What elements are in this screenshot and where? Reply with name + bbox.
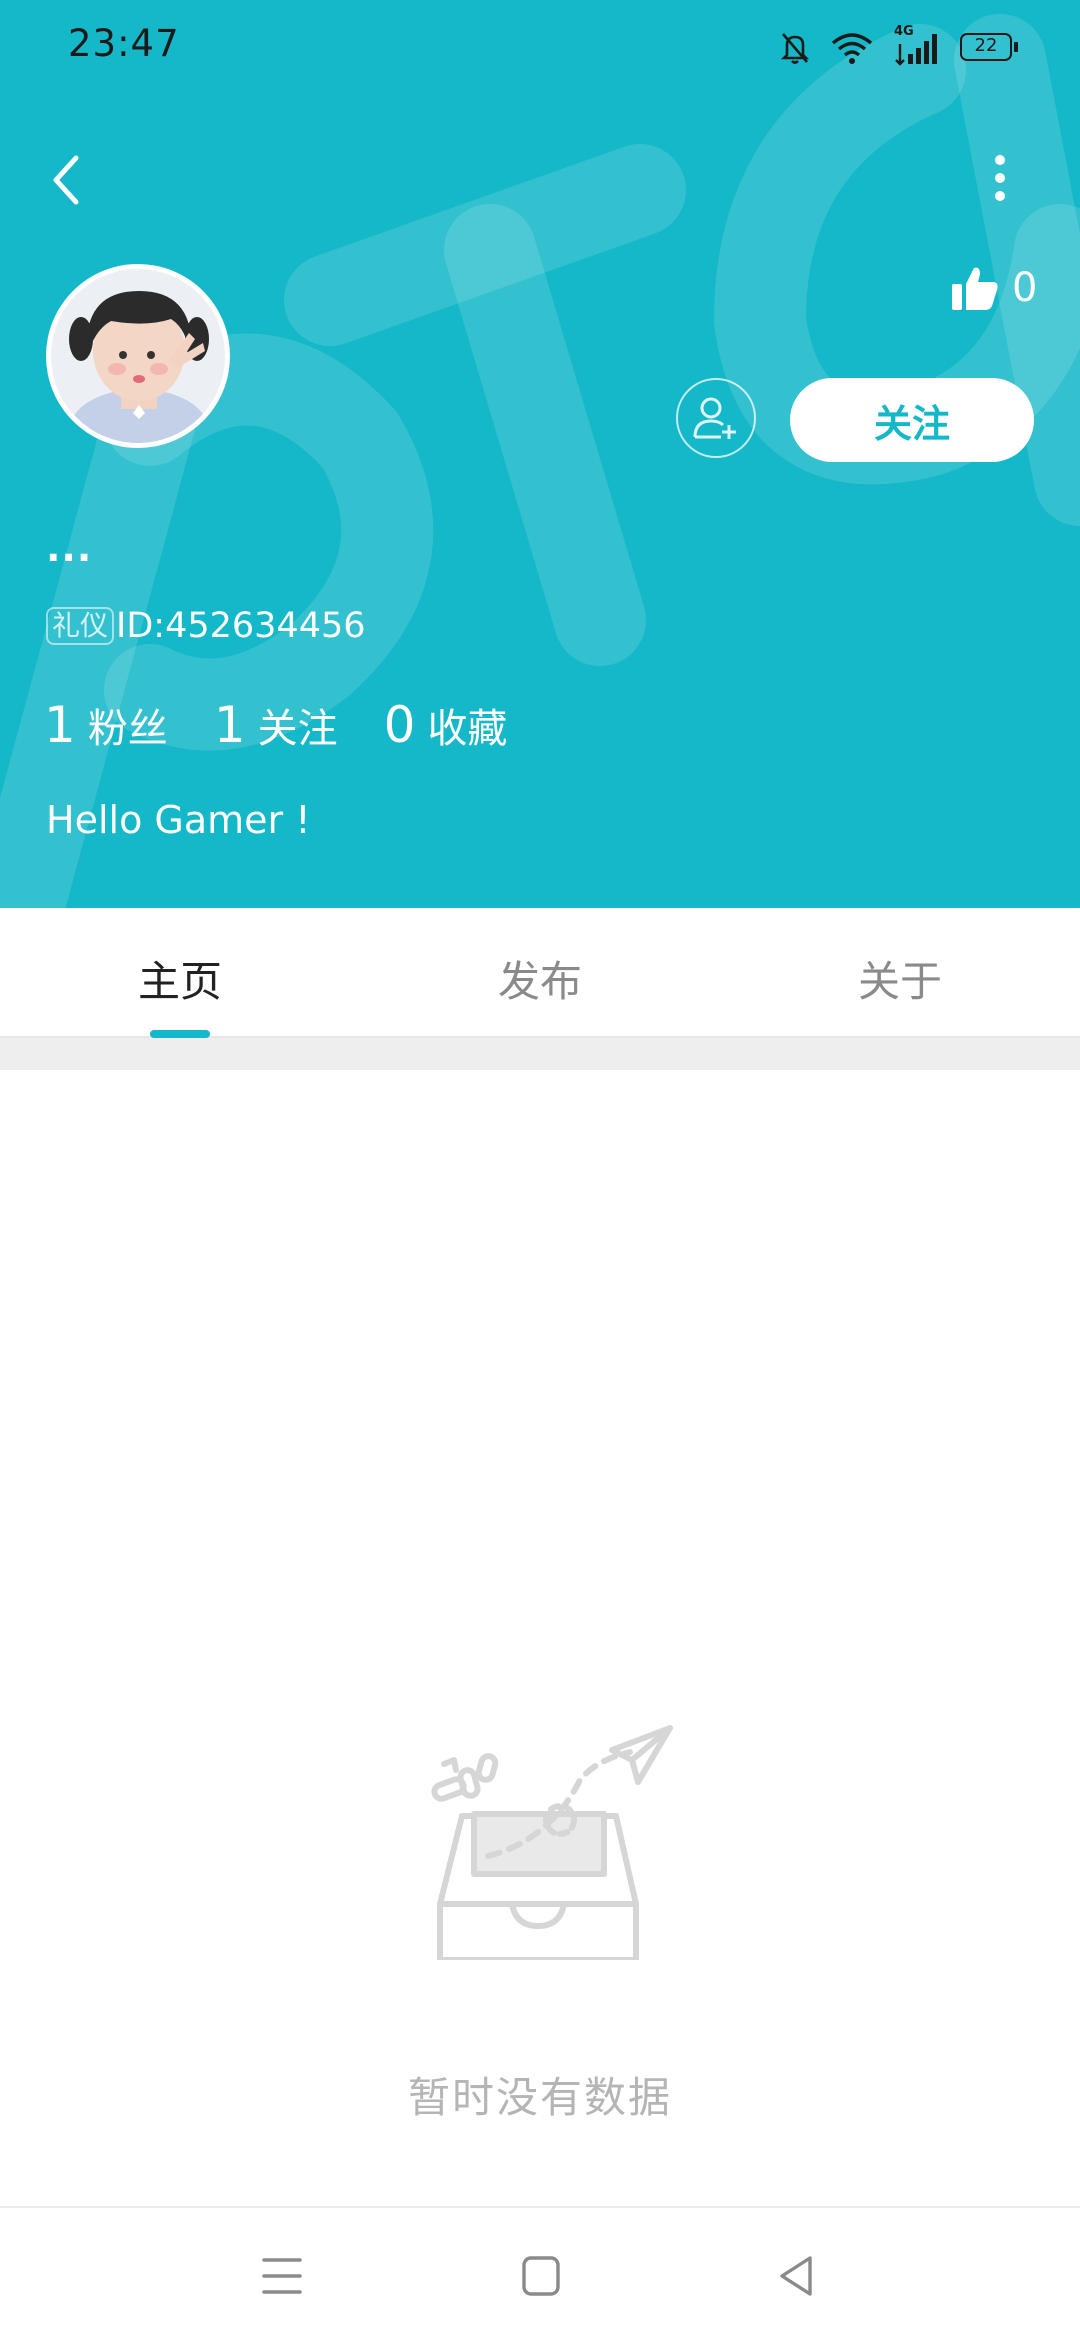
signal-icon: 4G <box>894 24 940 66</box>
follow-button[interactable]: 关注 <box>790 378 1034 462</box>
stat-fans[interactable]: 1 粉丝 <box>44 696 168 754</box>
status-time: 23:47 <box>68 22 180 65</box>
stats-row: 1 粉丝 1 关注 0 收藏 <box>44 696 553 754</box>
tab-posts[interactable]: 发布 <box>440 948 640 1009</box>
chevron-left-icon[interactable] <box>40 148 96 212</box>
avatar-image <box>51 269 225 443</box>
status-icons: 4G 22 <box>780 24 1020 70</box>
tab-about[interactable]: 关于 <box>800 948 1000 1009</box>
profile-tabs: 主页 发布 关于 <box>0 908 1080 1038</box>
battery-icon: 22 <box>960 33 1020 63</box>
likes[interactable]: 0 <box>950 264 1037 312</box>
divider <box>0 1038 1080 1070</box>
add-friend-button[interactable] <box>676 378 756 458</box>
battery-level: 22 <box>974 35 998 56</box>
system-nav-bar <box>0 2206 1080 2340</box>
stat-label: 收藏 <box>427 706 508 752</box>
more-vertical-icon[interactable] <box>978 150 1022 206</box>
avatar[interactable] <box>46 264 230 448</box>
etiquette-badge: 礼仪 <box>46 607 115 645</box>
empty-inbox-icon <box>431 1725 673 1960</box>
wifi-icon <box>831 33 873 64</box>
stat-value: 1 <box>213 696 246 754</box>
tab-home[interactable]: 主页 <box>80 948 280 1009</box>
empty-state-text: 暂时没有数据 <box>407 2073 672 2122</box>
add-user-icon <box>693 397 736 439</box>
tab-indicator <box>150 1030 210 1038</box>
status-bar: 23:47 4G 22 <box>0 0 1080 96</box>
stat-favorites[interactable]: 0 收藏 <box>384 696 508 754</box>
back-triangle-icon[interactable] <box>770 2248 826 2304</box>
nickname: ... <box>46 526 93 570</box>
stat-value: 1 <box>44 696 76 754</box>
menu-icon[interactable] <box>254 2248 310 2304</box>
user-id: ID:452634456 <box>116 606 366 646</box>
mute-bell-icon <box>780 33 810 64</box>
likes-count: 0 <box>1012 265 1038 311</box>
user-id-row: 礼仪 ID:452634456 <box>46 606 366 646</box>
stat-label: 关注 <box>257 706 338 752</box>
home-icon[interactable] <box>512 2248 568 2304</box>
stat-following[interactable]: 1 关注 <box>214 696 338 754</box>
stat-value: 0 <box>383 696 416 754</box>
thumbs-up-icon <box>952 267 998 310</box>
bio: Hello Gamer ! <box>46 798 311 842</box>
stat-label: 粉丝 <box>87 706 168 752</box>
profile-header: 23:47 4G 22 0 关注 ... 礼仪 ID:452634456 1 粉… <box>0 0 1080 908</box>
